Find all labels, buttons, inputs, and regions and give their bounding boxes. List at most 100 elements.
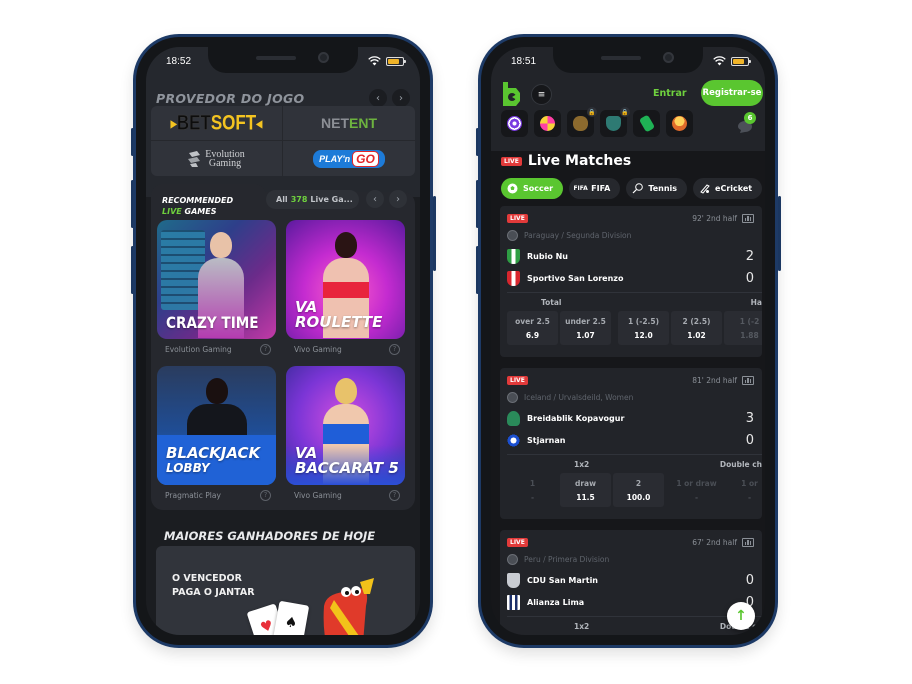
provider-playngo[interactable]: PLAY'n GO [283,141,415,176]
game-card-blackjack-lobby[interactable]: BLACKJACK LOBBY Pragmatic Play? [157,366,276,501]
provider-grid: ▶BETSOFT◀ NETENT Evolution Gaming PLAY'n G… [151,106,415,176]
robot-icon [606,116,621,131]
game-card-va-roulette[interactable]: VA ROULETTE Vivo Gaming? [286,220,405,355]
game-thumbnail[interactable]: BLACKJACK LOBBY [157,366,276,485]
battery-icon [731,56,751,66]
casino-screen: 18:52 PROVEDOR DO JOGO ‹ › ▶BETSOFT◀ NET… [146,47,420,635]
crocodile-mascot-icon [323,578,374,635]
provider-betsoft[interactable]: ▶BETSOFT◀ [151,106,283,141]
provider-evolution[interactable]: Evolution Gaming [151,141,283,176]
team-name: Alianza Lima [527,597,585,607]
tab-fifa[interactable]: FIFA FIFA [569,178,621,199]
winners-section-title: MAIORES GANHADORES DE HOJE [164,529,376,543]
login-link[interactable]: Entrar [653,88,687,99]
recommended-title: RECOMMENDED LIVE GAMES [162,196,234,216]
provider-netent[interactable]: NETENT [283,106,415,141]
match-time: 81' 2nd half [692,375,737,385]
cricket-icon [699,183,710,194]
game-card-va-baccarat-5[interactable]: VA BACCARAT 5 Vivo Gaming? [286,366,405,501]
chat-notification-badge: 6 [744,112,756,124]
market-label: Ha [750,298,762,307]
soccer-ball-icon [507,230,518,241]
battery-icon [386,56,406,66]
tab-soccer[interactable]: Soccer [501,178,564,199]
quick-link-robot[interactable]: 🔒 [600,107,630,137]
recommended-prev-button[interactable]: ‹ [366,190,384,208]
phone-notch [553,47,703,73]
hamburger-icon: ≡ [537,89,546,100]
odd-button[interactable]: over 2.5 6.9 [507,311,558,345]
team-name: Rubio Nu [527,251,568,261]
quick-link-wheel[interactable] [534,110,561,137]
wheel-icon [540,116,555,131]
tab-tennis[interactable]: Tennis [626,178,688,199]
match-card[interactable]: LIVE 67' 2nd half Peru / Primera Divisio… [500,530,762,635]
team-crest-icon [507,270,520,286]
team-score: 3 [745,410,754,426]
scroll-to-top-button[interactable]: ↑ [727,602,755,630]
cash-tag-icon [638,114,655,133]
stats-icon[interactable] [742,537,754,547]
help-icon[interactable]: ? [260,343,271,355]
phone-power-button [433,196,436,271]
team-row-home: CDU San Martin 0 [500,569,762,591]
piggy-bank-icon [573,116,588,131]
help-icon[interactable]: ? [260,489,271,501]
help-icon[interactable]: ? [389,343,400,355]
league-name: Iceland / Urvalsdeild, Women [524,393,634,402]
odd-button[interactable]: 1 (-2.5) 12.0 [618,311,669,345]
provider-prev-button[interactable]: ‹ [369,89,387,107]
provider-next-button[interactable]: › [392,89,410,107]
game-provider: Pragmatic Play [165,490,221,500]
quick-link-target[interactable] [501,110,528,137]
coin-stack-icon [672,116,687,131]
app-showcase: 18:52 PROVEDOR DO JOGO ‹ › ▶BETSOFT◀ NET… [0,0,912,684]
brand-logo-icon[interactable] [501,82,521,106]
stats-icon[interactable] [742,375,754,385]
game-card-crazy-time[interactable]: CRAZY TIME Evolution Gaming? [157,220,276,355]
arrow-up-icon: ↑ [735,608,747,624]
odd-button[interactable]: 1 or draw - [671,473,722,507]
tab-ecricket[interactable]: eCricket [693,178,763,199]
match-card[interactable]: LIVE 81' 2nd half Iceland / Urvalsdeild,… [500,368,762,519]
team-row-away: Alianza Lima 0 [500,591,762,613]
odd-button[interactable]: 1 or - [724,473,762,507]
game-thumbnail[interactable]: VA BACCARAT 5 [286,366,405,485]
winners-promo-banner[interactable]: O VENCEDOR PAGA O JANTAR ♥ ♠ [156,546,415,635]
chevron-right-icon: › [396,193,400,205]
team-name: CDU San Martin [527,575,598,585]
phone-frame-left: 18:52 PROVEDOR DO JOGO ‹ › ▶BETSOFT◀ NET… [133,34,433,648]
odd-button[interactable]: under 2.5 1.07 [560,311,611,345]
help-icon[interactable]: ? [389,489,400,501]
game-thumbnail[interactable]: CRAZY TIME [157,220,276,339]
promo-text: O VENCEDOR PAGA O JANTAR [172,573,255,598]
odd-button[interactable]: 1- [507,473,558,507]
recommended-next-button[interactable]: › [389,190,407,208]
game-thumbnail[interactable]: VA ROULETTE [286,220,405,339]
chevron-left-icon: ‹ [376,92,380,104]
odd-button[interactable]: 1 (-2 1.88 [724,311,762,345]
game-title: CRAZY TIME [166,313,259,332]
register-button[interactable]: Registrar-se [701,80,763,106]
odd-button[interactable]: draw 11.5 [560,473,611,507]
sport-tabs: Soccer FIFA FIFA Tennis eCricket [501,178,763,199]
team-crest-icon [507,572,520,588]
menu-button[interactable]: ≡ [531,84,552,105]
soccer-ball-icon [507,392,518,403]
quick-link-coins[interactable] [666,110,693,137]
evolution-mark-icon [188,150,201,167]
stats-icon[interactable] [742,213,754,223]
all-live-games-button[interactable]: All 378 Live Ga... [266,190,359,209]
fifa-icon: FIFA [573,185,588,192]
chevron-left-icon: ‹ [373,193,377,205]
quick-link-cash[interactable] [633,110,660,137]
team-row-home: Breidablik Kopavogur 3 [500,407,762,429]
quick-link-piggy-bank[interactable]: 🔒 [567,107,597,137]
team-name: Sportivo San Lorenzo [527,273,624,283]
phone-notch [208,47,358,73]
odd-button[interactable]: 2 100.0 [613,473,664,507]
team-row-home: Rubio Nu 2 [500,245,762,267]
team-score: 0 [745,572,754,588]
match-card[interactable]: LIVE 92' 2nd half Paraguay / Segunda Div… [500,206,762,357]
odd-button[interactable]: 2 (2.5) 1.02 [671,311,722,345]
